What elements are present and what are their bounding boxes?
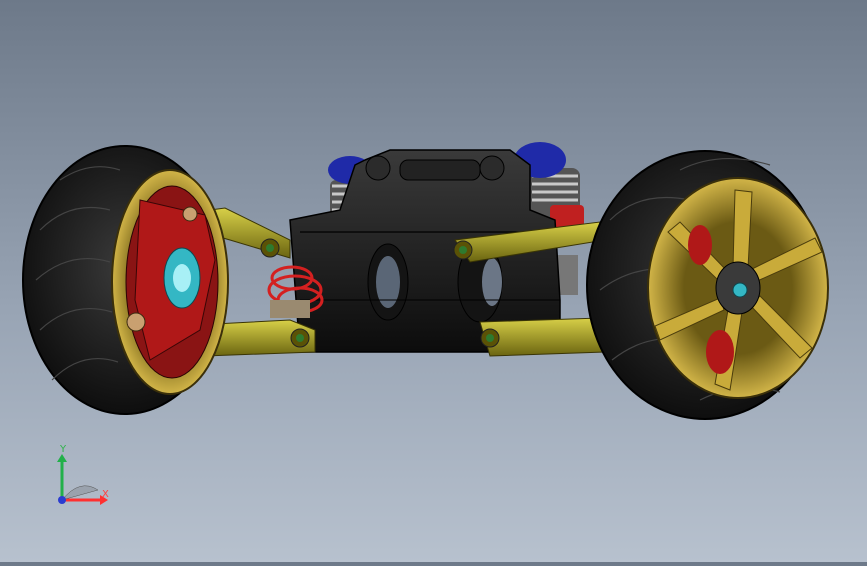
suspension-model[interactable]: X Y: [0, 0, 867, 562]
x-axis-label: X: [102, 489, 109, 500]
cad-model-viewport[interactable]: X Y: [0, 0, 867, 562]
y-axis-label: Y: [59, 444, 67, 455]
right-lower-arm: [479, 317, 606, 357]
right-wheel: [586, 150, 829, 420]
coordinate-triad: X Y: [57, 444, 109, 505]
left-wheel: [22, 145, 229, 415]
